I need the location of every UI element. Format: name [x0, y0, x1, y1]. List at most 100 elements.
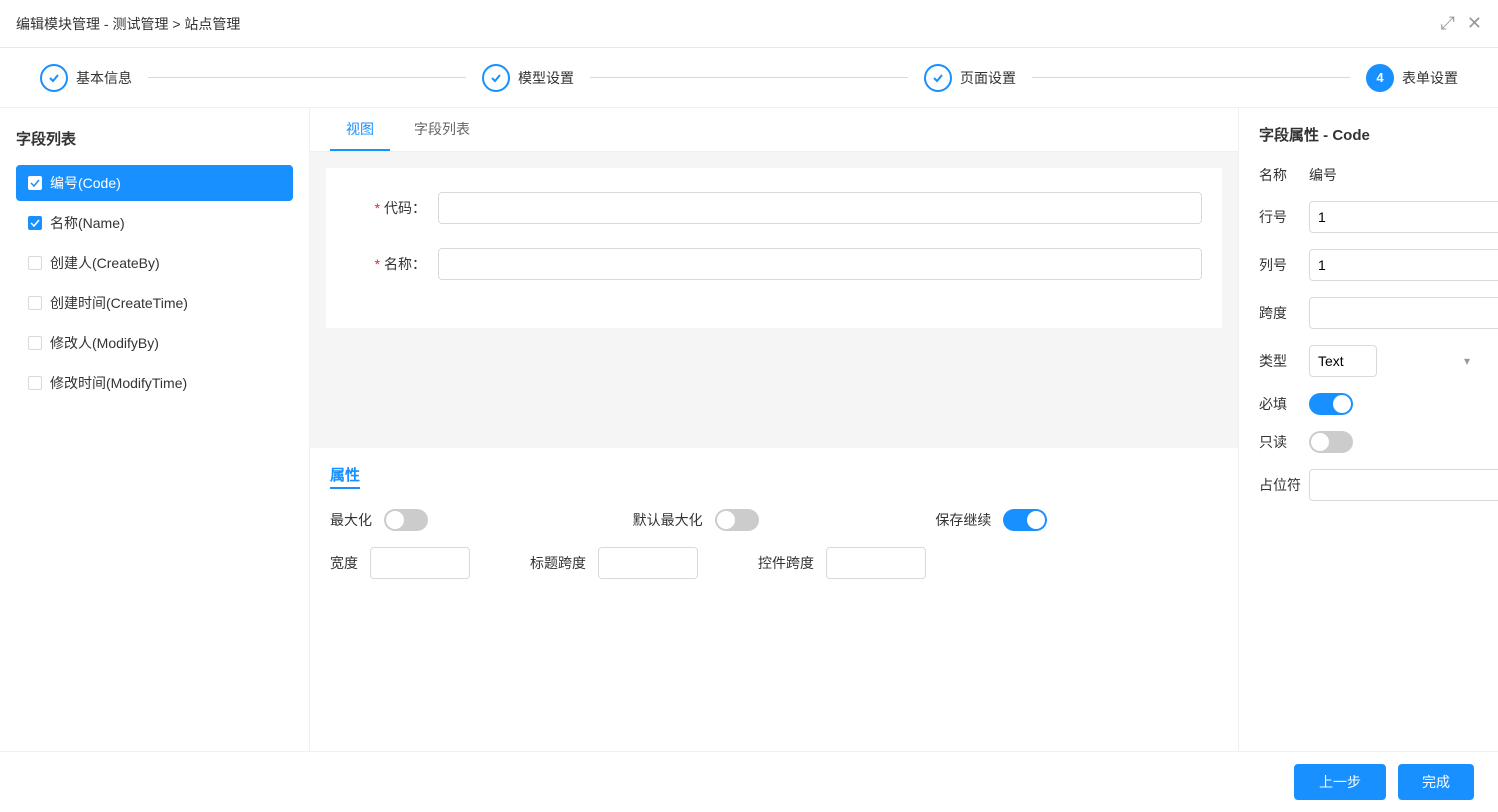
- form-row-name: 名称：: [346, 248, 1202, 280]
- right-type-select-wrapper: Text Number Date: [1309, 345, 1478, 377]
- field-item-createby[interactable]: 创建人(CreateBy): [16, 245, 293, 281]
- right-type-label: 类型: [1259, 351, 1309, 371]
- field-item-modifyby[interactable]: 修改人(ModifyBy): [16, 325, 293, 361]
- window-title: 编辑模块管理 - 测试管理 > 站点管理: [16, 14, 240, 34]
- control-span-input[interactable]: [826, 547, 926, 579]
- title-span-label: 标题跨度: [530, 553, 586, 573]
- right-required-label: 必填: [1259, 394, 1309, 414]
- right-col-label: 列号: [1259, 255, 1309, 275]
- right-panel: 字段属性 - Code 名称 编号 行号 列号 跨度 类型 Text: [1238, 108, 1498, 752]
- step-4-label: 表单设置: [1402, 68, 1458, 88]
- width-label: 宽度: [330, 553, 358, 573]
- step-2-circle: [482, 64, 510, 92]
- field-item-modifytime[interactable]: 修改时间(ModifyTime): [16, 365, 293, 401]
- right-row-type: 类型 Text Number Date: [1259, 345, 1478, 377]
- right-row-name: 名称 编号: [1259, 165, 1478, 185]
- maximize-toggle[interactable]: [384, 509, 428, 531]
- step-4-circle: 4: [1366, 64, 1394, 92]
- field-item-createtime[interactable]: 创建时间(CreateTime): [16, 285, 293, 321]
- field-list-title: 字段列表: [16, 128, 293, 149]
- right-name-value: 编号: [1309, 165, 1337, 185]
- main-content: 字段列表 编号(Code) 名称(Name) 创建人(CreateBy) 创建时…: [0, 108, 1498, 752]
- field-label-modifyby: 修改人(ModifyBy): [50, 333, 159, 353]
- properties-section: 属性 最大化 默认最大化 保存继续 宽度: [310, 448, 1238, 595]
- close-button[interactable]: ✕: [1467, 13, 1482, 34]
- right-placeholder-input[interactable]: [1309, 469, 1498, 501]
- field-item-name[interactable]: 名称(Name): [16, 205, 293, 241]
- step-line-1: [148, 77, 466, 78]
- right-row-readonly: 只读: [1259, 431, 1478, 453]
- step-3: 页面设置: [924, 64, 1016, 92]
- right-row-col: 列号: [1259, 249, 1478, 281]
- save-continue-label: 保存继续: [935, 510, 991, 530]
- name-label: 名称：: [346, 254, 426, 274]
- right-row-required: 必填: [1259, 393, 1478, 415]
- title-span-item: 标题跨度: [530, 547, 698, 579]
- right-readonly-toggle[interactable]: [1309, 431, 1353, 453]
- checkbox-name: [28, 216, 42, 230]
- prop-default-maximize: 默认最大化: [633, 509, 916, 531]
- tab-view[interactable]: 视图: [330, 109, 390, 151]
- right-name-label: 名称: [1259, 165, 1309, 185]
- right-row-span: 跨度: [1259, 297, 1478, 329]
- right-type-select[interactable]: Text Number Date: [1309, 345, 1377, 377]
- width-row: 宽度 标题跨度 控件跨度: [330, 547, 1218, 579]
- width-input[interactable]: [370, 547, 470, 579]
- checkbox-createtime: [28, 296, 42, 310]
- right-panel-title: 字段属性 - Code: [1259, 124, 1478, 145]
- steps-bar: 基本信息 模型设置 页面设置 4 表单设置: [0, 48, 1498, 108]
- step-2: 模型设置: [482, 64, 574, 92]
- right-span-input[interactable]: [1309, 297, 1498, 329]
- right-span-label: 跨度: [1259, 303, 1309, 323]
- window-controls: ⤢ ✕: [1441, 13, 1483, 34]
- title-bar: 编辑模块管理 - 测试管理 > 站点管理 ⤢ ✕: [0, 0, 1498, 48]
- tab-field-list[interactable]: 字段列表: [398, 109, 486, 151]
- checkbox-createby: [28, 256, 42, 270]
- right-col-input[interactable]: [1309, 249, 1498, 281]
- form-row-code: 代码：: [346, 192, 1202, 224]
- form-area: 代码： 名称：: [310, 152, 1238, 448]
- field-label-createtime: 创建时间(CreateTime): [50, 293, 188, 313]
- step-4: 4 表单设置: [1366, 64, 1458, 92]
- prev-button[interactable]: 上一步: [1294, 764, 1386, 800]
- form-inner: 代码： 名称：: [326, 168, 1222, 328]
- field-label-createby: 创建人(CreateBy): [50, 253, 160, 273]
- right-placeholder-label: 占位符: [1259, 475, 1309, 495]
- right-row-input[interactable]: [1309, 201, 1498, 233]
- field-label-modifytime: 修改时间(ModifyTime): [50, 373, 187, 393]
- checkbox-modifytime: [28, 376, 42, 390]
- checkbox-modifyby: [28, 336, 42, 350]
- step-1: 基本信息: [40, 64, 132, 92]
- left-panel: 字段列表 编号(Code) 名称(Name) 创建人(CreateBy) 创建时…: [0, 108, 310, 752]
- center-tabs: 视图 字段列表: [310, 108, 1238, 152]
- width-item: 宽度: [330, 547, 470, 579]
- properties-grid: 最大化 默认最大化 保存继续: [330, 509, 1218, 531]
- right-required-toggle[interactable]: [1309, 393, 1353, 415]
- restore-button[interactable]: ⤢: [1441, 13, 1455, 34]
- step-2-label: 模型设置: [518, 68, 574, 88]
- step-1-label: 基本信息: [76, 68, 132, 88]
- control-span-item: 控件跨度: [758, 547, 926, 579]
- code-input[interactable]: [438, 192, 1202, 224]
- step-line-3: [1032, 77, 1350, 78]
- default-maximize-toggle[interactable]: [715, 509, 759, 531]
- right-readonly-label: 只读: [1259, 432, 1309, 452]
- step-line-2: [590, 77, 908, 78]
- right-row-row: 行号: [1259, 201, 1478, 233]
- save-continue-toggle[interactable]: [1003, 509, 1047, 531]
- finish-button[interactable]: 完成: [1398, 764, 1474, 800]
- field-item-code[interactable]: 编号(Code): [16, 165, 293, 201]
- center-panel: 视图 字段列表 代码： 名称： 属性 最大化: [310, 108, 1238, 752]
- grey-area: [326, 328, 1222, 448]
- step-3-circle: [924, 64, 952, 92]
- name-input[interactable]: [438, 248, 1202, 280]
- code-label: 代码：: [346, 198, 426, 218]
- step-3-label: 页面设置: [960, 68, 1016, 88]
- checkbox-code: [28, 176, 42, 190]
- default-maximize-label: 默认最大化: [633, 510, 703, 530]
- step-1-circle: [40, 64, 68, 92]
- maximize-label: 最大化: [330, 510, 372, 530]
- prop-save-continue: 保存继续: [935, 509, 1218, 531]
- properties-title: 属性: [330, 464, 360, 489]
- title-span-input[interactable]: [598, 547, 698, 579]
